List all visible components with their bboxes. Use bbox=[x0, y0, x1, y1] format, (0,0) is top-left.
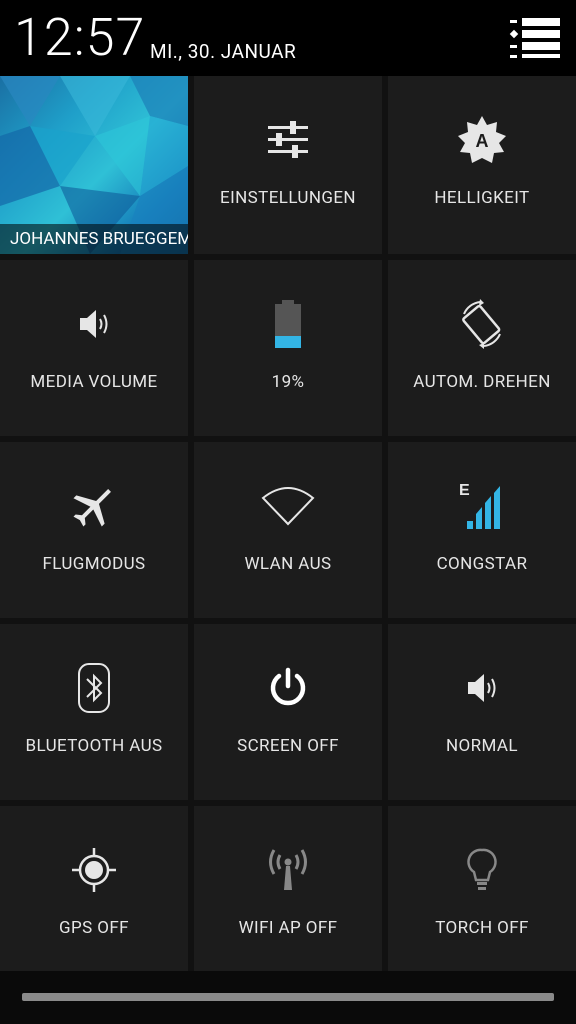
brightness-tile[interactable]: A HELLIGKEIT bbox=[388, 76, 576, 254]
airplane-mode-tile[interactable]: FLUGMODUS bbox=[0, 442, 188, 618]
battery-label: 19% bbox=[271, 372, 305, 392]
media-volume-label: MEDIA VOLUME bbox=[30, 372, 158, 392]
gps-icon bbox=[66, 842, 122, 898]
brightness-label: HELLIGKEIT bbox=[434, 188, 530, 208]
settings-label: EINSTELLUNGEN bbox=[220, 188, 356, 208]
bluetooth-tile[interactable]: BLUETOOTH AUS bbox=[0, 624, 188, 800]
mobile-network-tile[interactable]: E CONGSTAR bbox=[388, 442, 576, 618]
wifi-ap-label: WIFI AP OFF bbox=[238, 918, 338, 938]
sliders-icon bbox=[260, 112, 316, 168]
network-type-label: E bbox=[459, 482, 470, 499]
lightbulb-icon bbox=[454, 842, 510, 898]
torch-label: TORCH OFF bbox=[435, 918, 529, 938]
user-name: JOHANNES BRUEGGEMANN bbox=[0, 224, 188, 254]
bluetooth-label: BLUETOOTH AUS bbox=[25, 736, 163, 756]
mobile-network-label: CONGSTAR bbox=[436, 554, 528, 574]
battery-icon bbox=[260, 296, 316, 352]
wifi-ap-tile[interactable]: WIFI AP OFF bbox=[194, 806, 382, 971]
quick-settings-panel: 12:57 MI., 30. JANUAR JOHANNES BRUEGGEM … bbox=[0, 0, 576, 1024]
torch-tile[interactable]: TORCH OFF bbox=[388, 806, 576, 971]
signal-icon: E bbox=[454, 478, 510, 534]
wifi-label: WLAN AUS bbox=[244, 554, 332, 574]
date: MI., 30. JANUAR bbox=[150, 40, 297, 63]
hotspot-icon bbox=[260, 842, 316, 898]
brightness-auto-icon: A bbox=[454, 112, 510, 168]
ringer-label: NORMAL bbox=[446, 736, 518, 756]
screen-off-label: SCREEN OFF bbox=[237, 736, 339, 756]
user-profile-tile[interactable]: JOHANNES BRUEGGEMANN bbox=[0, 76, 188, 254]
ringer-speaker-icon bbox=[454, 660, 510, 716]
speaker-icon bbox=[66, 296, 122, 352]
gps-label: GPS OFF bbox=[59, 918, 129, 938]
wifi-icon bbox=[260, 478, 316, 534]
settings-tile[interactable]: EINSTELLUNGEN bbox=[194, 76, 382, 254]
clock: 12:57 bbox=[14, 7, 146, 68]
airplane-mode-label: FLUGMODUS bbox=[42, 554, 146, 574]
list-icon bbox=[509, 18, 560, 58]
auto-rotate-label: AUTOM. DREHEN bbox=[413, 372, 551, 392]
gps-tile[interactable]: GPS OFF bbox=[0, 806, 188, 971]
notifications-toggle-button[interactable] bbox=[508, 16, 562, 60]
media-volume-tile[interactable]: MEDIA VOLUME bbox=[0, 260, 188, 436]
status-header: 12:57 MI., 30. JANUAR bbox=[0, 0, 576, 76]
power-icon bbox=[260, 660, 316, 716]
ringer-tile[interactable]: NORMAL bbox=[388, 624, 576, 800]
wifi-tile[interactable]: WLAN AUS bbox=[194, 442, 382, 618]
panel-footer bbox=[0, 971, 576, 1024]
screen-off-tile[interactable]: SCREEN OFF bbox=[194, 624, 382, 800]
svg-text:A: A bbox=[476, 131, 489, 151]
airplane-icon bbox=[66, 478, 122, 534]
drag-handle[interactable] bbox=[22, 993, 554, 1001]
screen-rotation-icon bbox=[454, 296, 510, 352]
battery-tile[interactable]: 19% bbox=[194, 260, 382, 436]
auto-rotate-tile[interactable]: AUTOM. DREHEN bbox=[388, 260, 576, 436]
bluetooth-icon bbox=[66, 660, 122, 716]
